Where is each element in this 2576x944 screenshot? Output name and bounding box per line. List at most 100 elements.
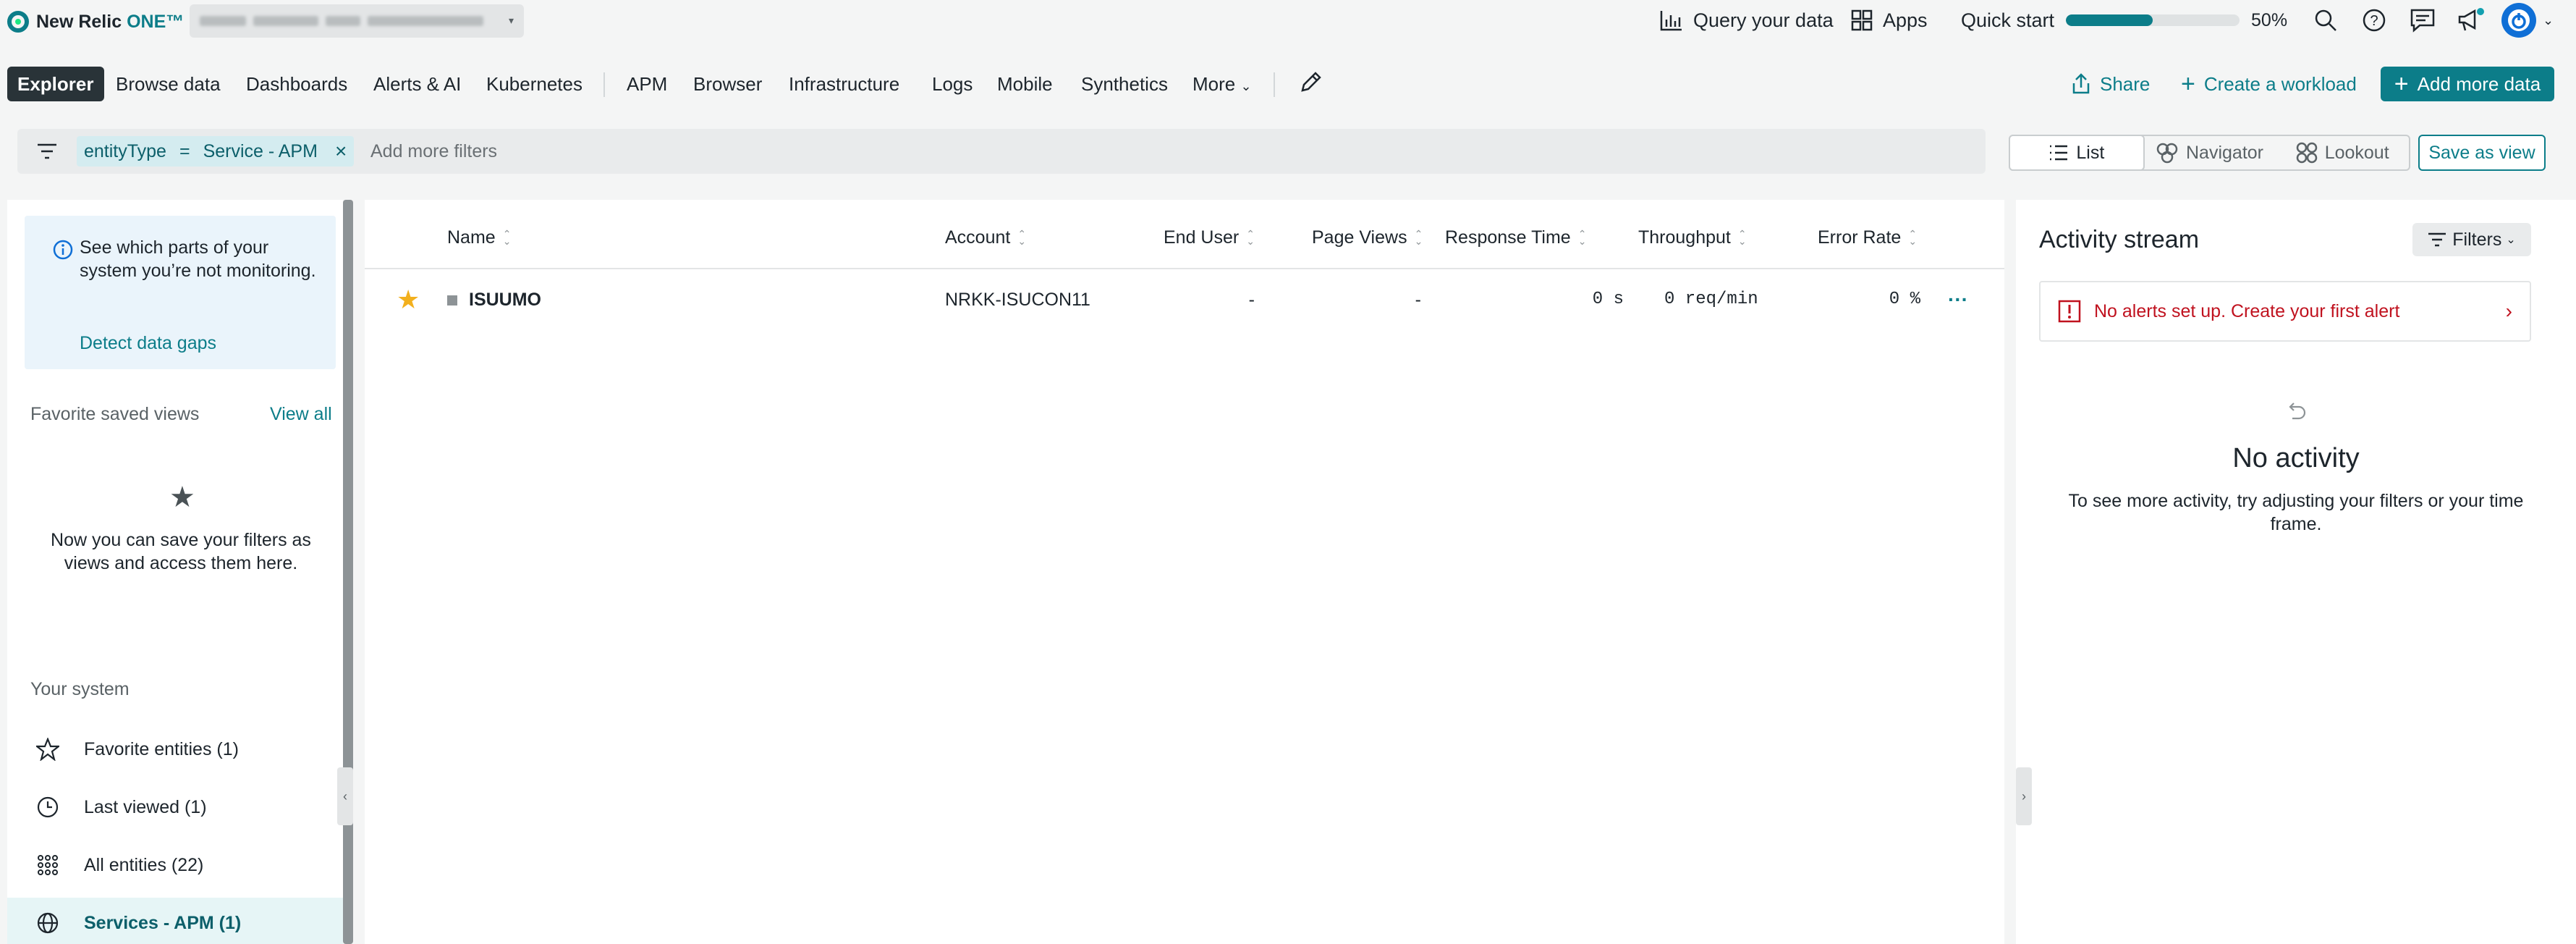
- nav-divider: [1274, 72, 1275, 97]
- query-data-button[interactable]: Query your data: [1660, 0, 1834, 41]
- data-gaps-callout: See which parts of your system you’re no…: [25, 216, 336, 369]
- nav-dashboards[interactable]: Dashboards: [246, 67, 347, 101]
- column-header-label: Throughput: [1638, 227, 1731, 248]
- row-actions-menu-icon[interactable]: ···: [1948, 285, 1968, 314]
- help-button[interactable]: ?: [2362, 0, 2386, 41]
- redacted-text: [368, 16, 483, 26]
- no-activity-title: No activity: [2232, 443, 2360, 473]
- new-relic-logo[interactable]: New Relic ONE™: [7, 7, 184, 36]
- nav-explorer[interactable]: Explorer: [7, 67, 104, 101]
- status-indicator-icon: [447, 295, 457, 306]
- sidebar-item-services-apm[interactable]: Services - APM (1): [7, 898, 343, 944]
- favorite-star-icon[interactable]: ★: [397, 285, 420, 314]
- share-button[interactable]: Share: [2071, 67, 2150, 101]
- nav-alerts-ai[interactable]: Alerts & AI: [373, 67, 461, 101]
- column-header-label: Page Views: [1312, 227, 1407, 248]
- list-view-tab[interactable]: List: [2010, 136, 2143, 169]
- column-header-end-user[interactable]: End User ⌃ ⌄: [1164, 223, 1255, 252]
- detect-data-gaps-link[interactable]: Detect data gaps: [80, 333, 216, 354]
- star-icon: ★: [169, 481, 195, 513]
- nav-infrastructure[interactable]: Infrastructure: [789, 67, 899, 101]
- filter-bar[interactable]: entityType = Service - APM × Add more fi…: [17, 129, 1986, 174]
- account-cell: NRKK-ISUCON11: [945, 290, 1090, 310]
- announcements-button[interactable]: [2457, 0, 2485, 41]
- logo-name: New Relic: [36, 11, 122, 32]
- sort-icon: ⌃ ⌄: [1246, 228, 1255, 247]
- data-gaps-text: See which parts of your system you’re no…: [80, 237, 316, 281]
- account-picker[interactable]: ▾: [190, 4, 524, 38]
- column-header-error-rate[interactable]: Error Rate ⌃ ⌄: [1818, 223, 1917, 252]
- column-header-name[interactable]: Name ⌃ ⌄: [447, 223, 511, 252]
- sort-icon: ⌃ ⌄: [502, 228, 512, 247]
- create-workload-button[interactable]: + Create a workload: [2181, 67, 2357, 101]
- save-as-view-button[interactable]: Save as view: [2418, 135, 2546, 171]
- alert-icon: [2058, 300, 2081, 323]
- quick-start-progress: [2066, 14, 2240, 26]
- lookout-view-label: Lookout: [2324, 142, 2389, 163]
- lookout-view-tab[interactable]: Lookout: [2276, 136, 2409, 169]
- navigator-view-label: Navigator: [2186, 142, 2263, 163]
- page-views-cell: -: [1415, 290, 1421, 310]
- throughput-cell: 0 req/min: [1664, 290, 1758, 309]
- sidebar-item-last-viewed[interactable]: Last viewed (1): [7, 782, 343, 833]
- nav-more[interactable]: More ⌄: [1192, 67, 1252, 101]
- column-header-response-time[interactable]: Response Time ⌃ ⌄: [1445, 223, 1586, 252]
- no-alerts-text: No alerts set up. Create your first aler…: [2094, 300, 2400, 321]
- quick-start-label: Quick start: [1961, 9, 2055, 31]
- logo-suffix: ONE™: [127, 11, 185, 32]
- apps-button[interactable]: Apps: [1851, 0, 1928, 41]
- undo-history-icon: [2289, 403, 2306, 420]
- quick-start[interactable]: Quick start 50%: [1961, 0, 2287, 41]
- chat-feedback-icon: [2410, 9, 2435, 33]
- no-activity-description: To see more activity, try adjusting your…: [2068, 491, 2524, 534]
- remove-filter-icon[interactable]: ×: [335, 140, 347, 163]
- view-all-link[interactable]: View all: [270, 404, 332, 425]
- avatar-power-icon: [2501, 3, 2536, 38]
- add-filter-input[interactable]: Add more filters: [370, 136, 497, 167]
- nav-synthetics[interactable]: Synthetics: [1081, 67, 1168, 101]
- filter-pill[interactable]: entityType = Service - APM ×: [77, 136, 355, 167]
- sidebar-item-label: Last viewed (1): [84, 796, 207, 817]
- user-menu[interactable]: ⌄: [2501, 0, 2554, 41]
- entity-name: ISUUMO: [469, 290, 541, 310]
- nav-logs[interactable]: Logs: [932, 67, 973, 101]
- entity-name-cell[interactable]: ISUUMO: [447, 285, 541, 314]
- nav-apm[interactable]: APM: [627, 67, 667, 101]
- activity-stream-panel: Activity stream Filters ⌄ No alerts set …: [2016, 200, 2576, 944]
- activity-filters-button[interactable]: Filters ⌄: [2412, 223, 2531, 256]
- hexagons-icon: [2156, 143, 2178, 164]
- column-header-page-views[interactable]: Page Views ⌃ ⌄: [1312, 223, 1423, 252]
- edit-nav-button[interactable]: [1300, 69, 1323, 104]
- add-more-data-label: Add more data: [2417, 72, 2541, 95]
- no-alerts-banner[interactable]: No alerts set up. Create your first aler…: [2039, 281, 2531, 342]
- collapse-left-panel-button[interactable]: ‹: [337, 767, 353, 825]
- column-header-label: End User: [1164, 227, 1240, 248]
- new-relic-logo-icon: [7, 11, 29, 33]
- quick-start-progress-fill: [2066, 14, 2153, 26]
- nav-browser[interactable]: Browser: [693, 67, 762, 101]
- navigator-view-tab[interactable]: Navigator: [2143, 136, 2276, 169]
- sidebar-item-favorite-entities[interactable]: Favorite entities (1): [7, 724, 343, 775]
- collapse-right-panel-button[interactable]: ›: [2016, 767, 2032, 825]
- column-header-account[interactable]: Account ⌃ ⌄: [945, 223, 1026, 252]
- add-more-data-button[interactable]: + Add more data: [2381, 67, 2554, 101]
- chevron-down-icon: ▾: [508, 14, 514, 26]
- share-icon: [2072, 73, 2090, 94]
- activity-stream-title: Activity stream: [2039, 226, 2200, 253]
- bar-chart-icon: [1660, 9, 1683, 31]
- left-panel: See which parts of your system you’re no…: [7, 200, 343, 944]
- plus-icon: +: [2181, 70, 2195, 98]
- column-header-throughput[interactable]: Throughput ⌃ ⌄: [1638, 223, 1747, 252]
- sidebar-item-label: All entities (22): [84, 854, 204, 875]
- table-row[interactable]: ★ ISUUMO NRKK-ISUCON11 - - 0 s 0 req/min…: [365, 269, 2004, 330]
- nav-mobile[interactable]: Mobile: [997, 67, 1053, 101]
- top-bar: New Relic ONE™ ▾ Query your data Apps Qu…: [0, 0, 2576, 43]
- filter-key: entityType: [84, 140, 166, 161]
- search-button[interactable]: [2314, 0, 2337, 41]
- saved-views-empty-note: Now you can save your filters as views a…: [51, 530, 311, 573]
- sidebar-item-all-entities[interactable]: All entities (22): [7, 840, 343, 890]
- nav-browse-data[interactable]: Browse data: [116, 67, 221, 101]
- nav-kubernetes[interactable]: Kubernetes: [486, 67, 582, 101]
- left-panel-scrollbar[interactable]: [343, 200, 353, 944]
- feedback-button[interactable]: [2410, 0, 2436, 41]
